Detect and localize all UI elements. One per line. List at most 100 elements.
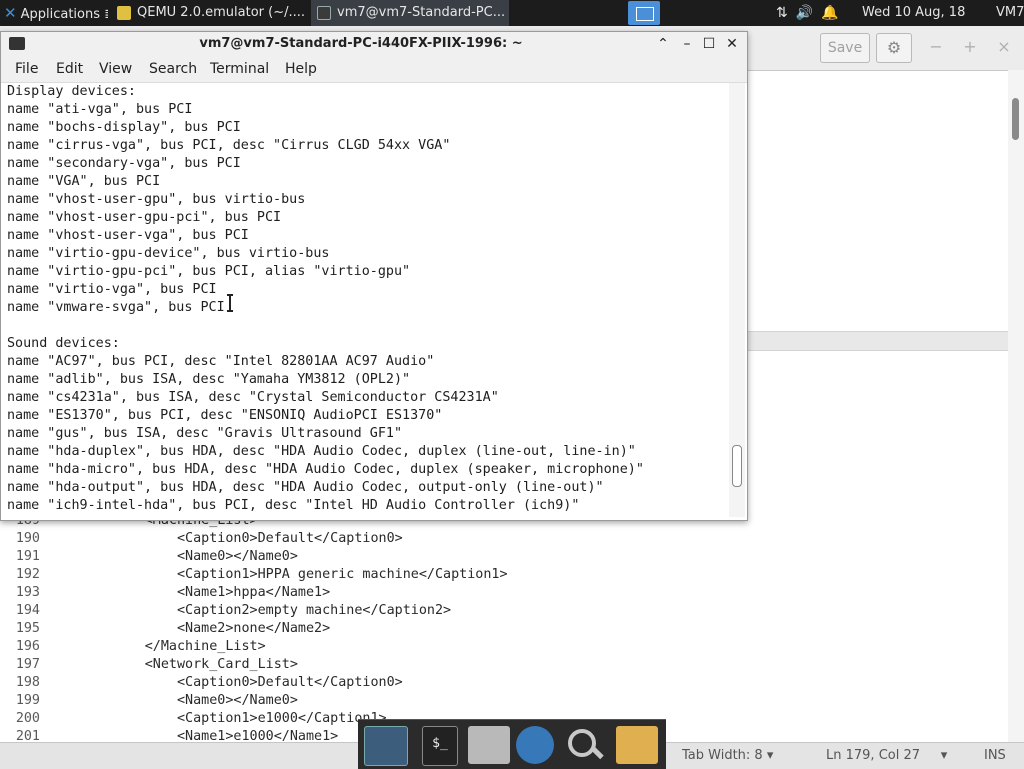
code-text: <Caption1>e1000</Caption1>	[48, 711, 387, 726]
menu-edit[interactable]: Edit	[56, 56, 83, 82]
code-line: 196 </Machine_List>	[0, 638, 1008, 656]
minimize-icon[interactable]: –	[677, 32, 697, 56]
terminal-line: name "bochs-display", bus PCI	[7, 120, 241, 135]
line-number: 195	[15, 621, 40, 636]
taskbar-item-label: vm7@vm7-Standard-PC...	[337, 5, 506, 20]
cursor-position-selector[interactable]: Ln 179, Col 27 ▾	[826, 743, 947, 769]
menu-search[interactable]: Search	[149, 56, 197, 82]
terminal-window: vm7@vm7-Standard-PC-i440FX-PIIX-1996: ~ …	[0, 31, 748, 521]
terminal-line: name "hda-duplex", bus HDA, desc "HDA Au…	[7, 444, 636, 459]
code-text: <Name2>none</Name2>	[48, 621, 331, 636]
home-folder-icon[interactable]	[468, 726, 510, 764]
xfce-logo-icon: ✕	[4, 4, 17, 22]
close-icon[interactable]: ×	[992, 34, 1016, 60]
terminal-menubar: File Edit View Search Terminal Help	[1, 56, 747, 83]
top-panel: ✕Applications ≣ QEMU 2.0.emulator (~/...…	[0, 0, 1024, 26]
scrollbar-thumb[interactable]	[1012, 98, 1019, 140]
terminal-launcher-icon[interactable]: $_	[422, 726, 458, 766]
terminal-titlebar[interactable]: vm7@vm7-Standard-PC-i440FX-PIIX-1996: ~ …	[1, 32, 747, 56]
dock: $_	[358, 719, 666, 769]
terminal-line: Display devices:	[7, 84, 136, 99]
user-menu[interactable]: VM7	[996, 0, 1024, 26]
code-text: <Name0></Name0>	[48, 693, 298, 708]
volume-icon[interactable]: 🔊	[796, 5, 813, 21]
terminal-line: name "ati-vga", bus PCI	[7, 102, 193, 117]
tab-width-selector[interactable]: Tab Width: 8 ▾	[682, 743, 773, 769]
code-view[interactable]: 189 <Machine_List>190 <Caption0>Default<…	[0, 512, 1008, 742]
show-desktop-icon[interactable]	[364, 726, 408, 766]
terminal-line: name "gus", bus ISA, desc "Gravis Ultras…	[7, 426, 403, 441]
code-line: 191 <Name0></Name0>	[0, 548, 1008, 566]
terminal-line: Sound devices:	[7, 336, 120, 351]
network-icon[interactable]: ⇅	[776, 5, 788, 21]
taskbar-item-terminal[interactable]: vm7@vm7-Standard-PC...	[311, 0, 509, 26]
terminal-output[interactable]: Display devices: name "ati-vga", bus PCI n…	[1, 83, 729, 517]
cursor-position-label: Ln 179, Col 27	[826, 748, 921, 763]
taskbar-item-qemu-editor[interactable]: QEMU 2.0.emulator (~/....	[111, 0, 307, 26]
code-line: 190 <Caption0>Default</Caption0>	[0, 530, 1008, 548]
code-text: <Name1>hppa</Name1>	[48, 585, 331, 600]
terminal-icon	[317, 5, 331, 20]
editor-scrollbar[interactable]	[1008, 70, 1024, 742]
minimize-icon[interactable]: −	[924, 34, 948, 60]
system-tray: ⇅ 🔊 🔔	[776, 0, 854, 26]
terminal-icon	[9, 37, 25, 50]
workspace-switcher[interactable]	[628, 1, 660, 25]
terminal-line: name "ich9-intel-hda", bus PCI, desc "In…	[7, 498, 580, 513]
terminal-line: name "secondary-vga", bus PCI	[7, 156, 241, 171]
terminal-line: name "AC97", bus PCI, desc "Intel 82801A…	[7, 354, 435, 369]
terminal-scrollbar[interactable]	[729, 83, 745, 517]
gear-icon[interactable]: ⚙	[876, 33, 912, 63]
line-number: 193	[15, 585, 40, 600]
code-text: <Caption0>Default</Caption0>	[48, 675, 403, 690]
line-number: 199	[15, 693, 40, 708]
applications-label: Applications	[20, 7, 100, 22]
terminal-line: name "cs4231a", bus ISA, desc "Crystal S…	[7, 390, 499, 405]
text-editor-icon	[117, 5, 131, 20]
scrollbar-thumb[interactable]	[732, 445, 742, 487]
terminal-line: name "vhost-user-vga", bus PCI	[7, 228, 249, 243]
code-line: 193 <Name1>hppa</Name1>	[0, 584, 1008, 602]
maximize-icon[interactable]: ☐	[699, 32, 719, 56]
code-line: 198 <Caption0>Default</Caption0>	[0, 674, 1008, 692]
terminal-line: name "hda-micro", bus HDA, desc "HDA Aud…	[7, 462, 644, 477]
clock[interactable]: Wed 10 Aug, 18:10	[862, 0, 966, 26]
code-line: 194 <Caption2>empty machine</Caption2>	[0, 602, 1008, 620]
line-number: 196	[15, 639, 40, 654]
search-icon[interactable]	[564, 726, 604, 764]
insert-mode-indicator: INS	[984, 748, 1006, 763]
code-line: 199 <Name0></Name0>	[0, 692, 1008, 710]
menu-terminal[interactable]: Terminal	[210, 56, 269, 82]
code-text: <Name0></Name0>	[48, 549, 298, 564]
maximize-icon[interactable]: +	[958, 34, 982, 60]
code-line: 197 <Network_Card_List>	[0, 656, 1008, 674]
line-number: 200	[15, 711, 40, 726]
chevron-down-icon: ▾	[940, 748, 948, 763]
editor-highlight-band	[748, 331, 1008, 351]
terminal-line: name "virtio-gpu-device", bus virtio-bus	[7, 246, 330, 261]
chevron-up-icon[interactable]: ⌃	[653, 32, 673, 56]
terminal-line: name "VGA", bus PCI	[7, 174, 161, 189]
menu-file[interactable]: File	[15, 56, 38, 82]
file-manager-icon[interactable]	[616, 726, 658, 764]
applications-menu[interactable]: ✕Applications ≣	[0, 0, 108, 26]
terminal-line: name "vhost-user-gpu", bus virtio-bus	[7, 192, 306, 207]
close-icon[interactable]: ✕	[722, 32, 742, 56]
line-number: 201	[15, 729, 40, 742]
line-number: 190	[15, 531, 40, 546]
workspace-icon	[636, 7, 654, 21]
code-text: <Name1>e1000</Name1>	[48, 729, 339, 742]
save-button[interactable]: Save	[820, 33, 870, 63]
terminal-line: name "cirrus-vga", bus PCI, desc "Cirrus…	[7, 138, 451, 153]
terminal-line: name "virtio-gpu-pci", bus PCI, alias "v…	[7, 264, 411, 279]
line-number: 198	[15, 675, 40, 690]
taskbar-item-label: QEMU 2.0.emulator (~/....	[137, 5, 305, 20]
text-cursor-icon	[227, 294, 233, 312]
web-browser-icon[interactable]	[516, 726, 554, 764]
menu-help[interactable]: Help	[285, 56, 317, 82]
notification-icon[interactable]: 🔔	[821, 5, 838, 21]
menu-view[interactable]: View	[99, 56, 132, 82]
code-text: <Network_Card_List>	[48, 657, 298, 672]
terminal-line: name "vhost-user-gpu-pci", bus PCI	[7, 210, 282, 225]
